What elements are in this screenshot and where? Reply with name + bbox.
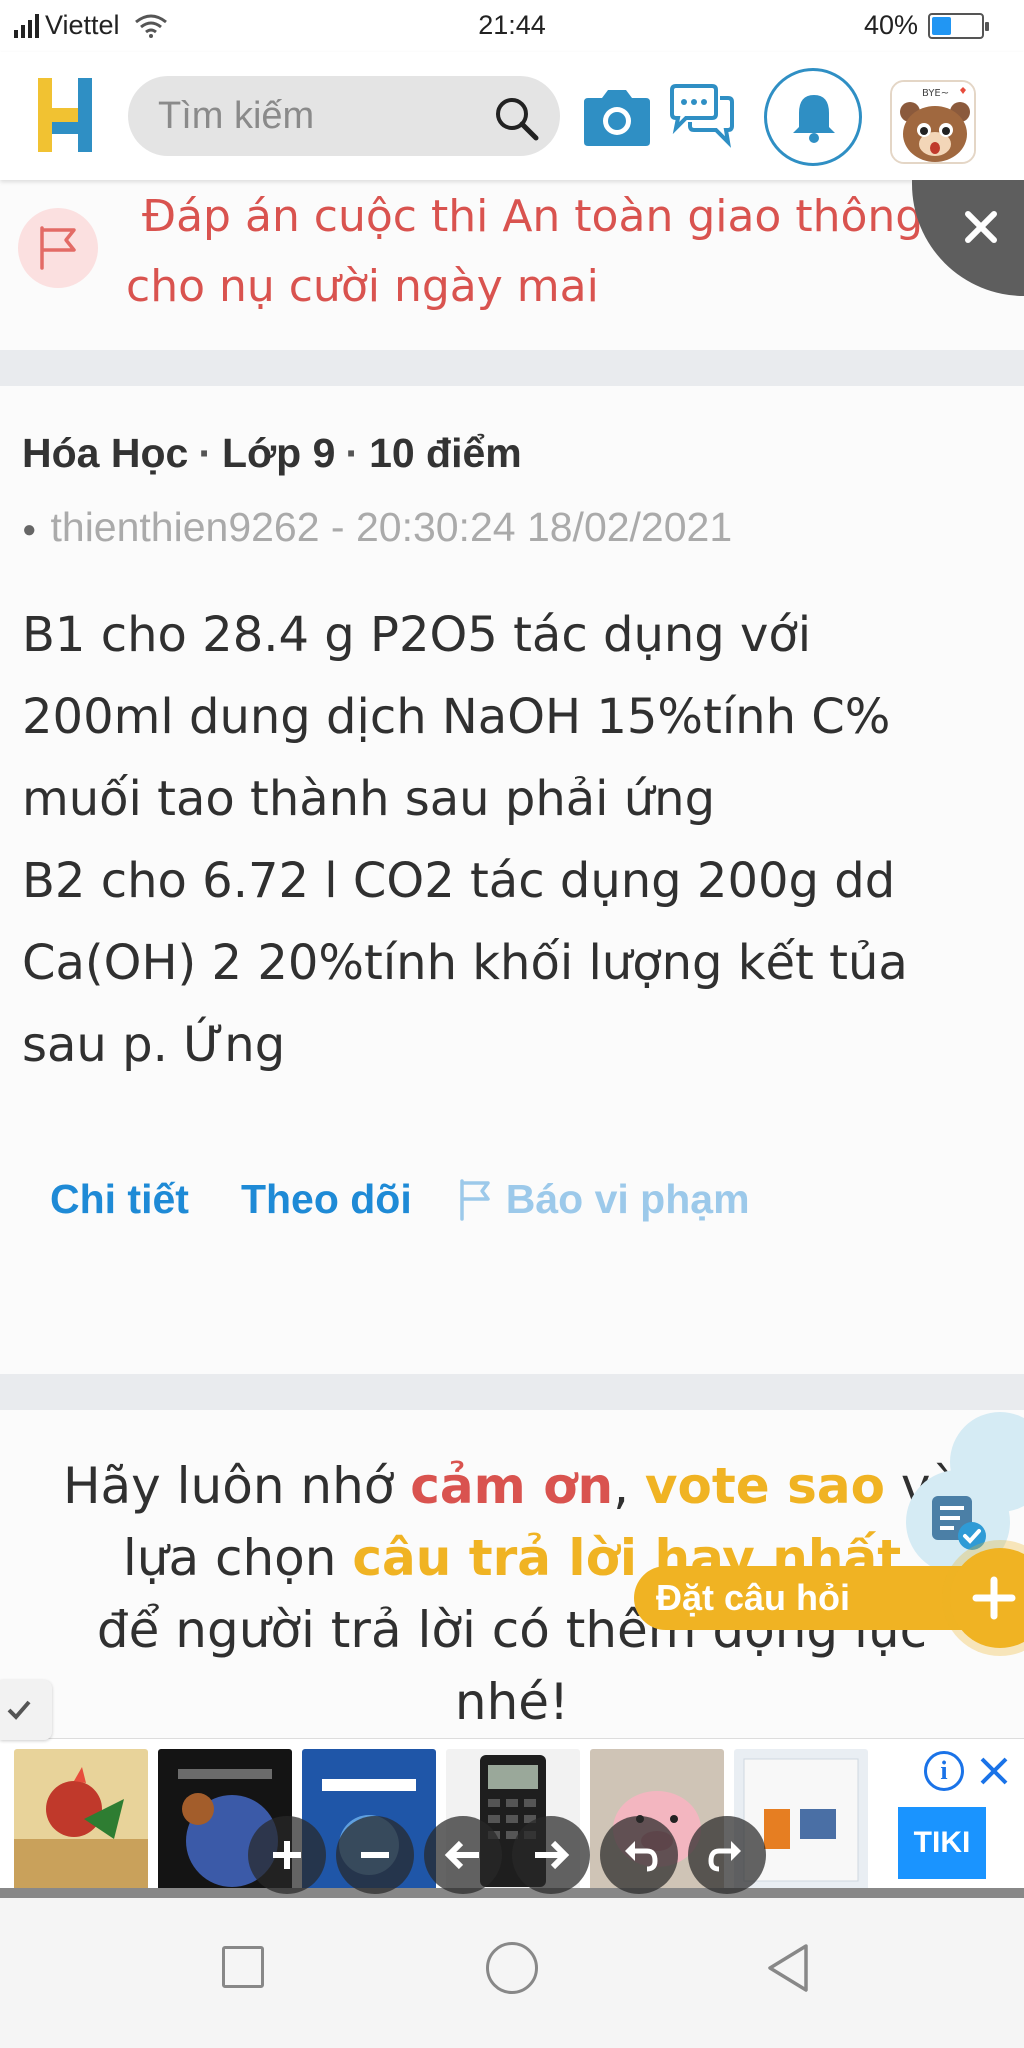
status-right: 40% <box>863 10 989 41</box>
camera-icon[interactable] <box>580 88 654 148</box>
battery-icon <box>928 12 989 39</box>
redo-button[interactable] <box>688 1816 766 1894</box>
question-line: Ca(OH) 2 20%tính khối lượng kết tủa <box>22 935 908 991</box>
reminder-text-part: Hãy luôn nhớ <box>62 1457 411 1515</box>
question-body: B1 cho 28.4 g P2O5 tác dụng với 200ml du… <box>22 594 1012 1086</box>
chat-icon[interactable] <box>668 84 736 148</box>
back-triangle-icon[interactable] <box>764 1942 812 1994</box>
search-input[interactable] <box>158 76 488 156</box>
search-icon[interactable] <box>492 94 542 144</box>
announcement-text[interactable]: Đáp án cuộc thi An toàn giao thông cho n… <box>126 182 986 322</box>
report-link[interactable]: Báo vi phạm <box>458 1176 750 1223</box>
announcement-banner[interactable]: Đáp án cuộc thi An toàn giao thông cho n… <box>0 180 1024 350</box>
reminder-vote: vote sao <box>644 1457 885 1515</box>
logo-h-icon[interactable] <box>32 78 98 152</box>
section-divider <box>0 1374 1024 1410</box>
report-label: Báo vi phạm <box>505 1176 750 1222</box>
side-check-tab[interactable] <box>0 1680 52 1740</box>
back-arrow-button[interactable] <box>424 1816 502 1894</box>
announcement-flag <box>18 208 98 288</box>
check-icon <box>7 1700 31 1720</box>
question-card: Hóa Học · Lớp 9 · 10 điểm ● thienthien9262 - … <box>0 386 1024 1374</box>
notification-button[interactable] <box>764 68 862 166</box>
question-line: sau p. Ứng <box>22 1017 286 1073</box>
section-divider <box>0 350 1024 386</box>
plus-icon <box>273 1841 301 1869</box>
question-line: muối tao thành sau phải ứng <box>22 771 716 827</box>
battery-percent: 40% <box>863 10 918 40</box>
question-author[interactable]: thienthien9262 - 20:30:24 18/02/2021 <box>51 504 733 550</box>
bell-icon <box>793 95 835 143</box>
reminder-thanks: cảm ơn <box>410 1457 614 1515</box>
detail-link[interactable]: Chi tiết <box>50 1176 189 1223</box>
question-subject[interactable]: Hóa Học <box>22 430 188 476</box>
undo-icon <box>625 1841 658 1872</box>
ad-banner[interactable]: i TIKI <box>0 1738 1024 1898</box>
arrow-left-icon <box>444 1840 479 1870</box>
forward-arrow-button[interactable] <box>512 1816 590 1894</box>
search-box[interactable] <box>128 76 560 156</box>
question-line: 200ml dung dịch NaOH 15%tính C% <box>22 689 891 745</box>
question-meta: Hóa Học · Lớp 9 · 10 điểm <box>22 430 522 476</box>
ask-question-label[interactable]: Đặt câu hỏi <box>634 1566 994 1630</box>
close-icon <box>965 211 997 243</box>
question-author-line: ● thienthien9262 - 20:30:24 18/02/2021 <box>22 504 733 550</box>
tiki-logo[interactable]: TIKI <box>898 1807 986 1879</box>
reminder-text-part: lựa chọn <box>122 1529 353 1587</box>
book-rooster-image <box>14 1749 148 1891</box>
question-line: B1 cho 28.4 g P2O5 tác dụng với <box>22 607 812 663</box>
home-button[interactable] <box>486 1942 538 1994</box>
question-line: B2 cho 6.72 l CO2 tác dụng 200g dd <box>22 853 896 909</box>
question-actions: Chi tiết Theo dõi Báo vi phạm <box>50 1176 750 1223</box>
app-header: BYE~ <box>0 52 1024 180</box>
follow-link[interactable]: Theo dõi <box>241 1176 412 1223</box>
avatar[interactable]: BYE~ <box>890 80 976 164</box>
avatar-bear-icon: BYE~ <box>892 82 974 162</box>
flag-icon <box>40 226 76 270</box>
arrow-right-icon <box>535 1840 570 1870</box>
svg-text:BYE~: BYE~ <box>922 88 949 99</box>
report-flag-icon <box>460 1178 490 1221</box>
ad-info-icon[interactable]: i <box>924 1751 964 1791</box>
battery-fill <box>932 16 952 35</box>
ad-product-image[interactable] <box>14 1749 148 1891</box>
system-nav-bar <box>0 1898 1024 2048</box>
recent-apps-button[interactable] <box>222 1946 264 1988</box>
undo-button[interactable] <box>600 1816 678 1894</box>
zoom-in-button[interactable] <box>248 1816 326 1894</box>
ad-bottom-bar <box>0 1888 1024 1898</box>
reminder-text-part: nhé! <box>454 1673 570 1731</box>
reminder-text-part: , <box>613 1457 645 1515</box>
minus-icon <box>361 1852 389 1858</box>
ad-close-icon[interactable] <box>976 1753 1012 1789</box>
redo-icon <box>708 1841 741 1872</box>
zoom-out-button[interactable] <box>336 1816 414 1894</box>
status-bar: Viettel 21:44 40% <box>0 0 1024 52</box>
question-grade[interactable]: Lớp 9 <box>222 430 335 476</box>
plus-icon <box>972 1576 1016 1620</box>
question-points: 10 điểm <box>369 430 522 476</box>
document-check-icon <box>932 1496 986 1550</box>
